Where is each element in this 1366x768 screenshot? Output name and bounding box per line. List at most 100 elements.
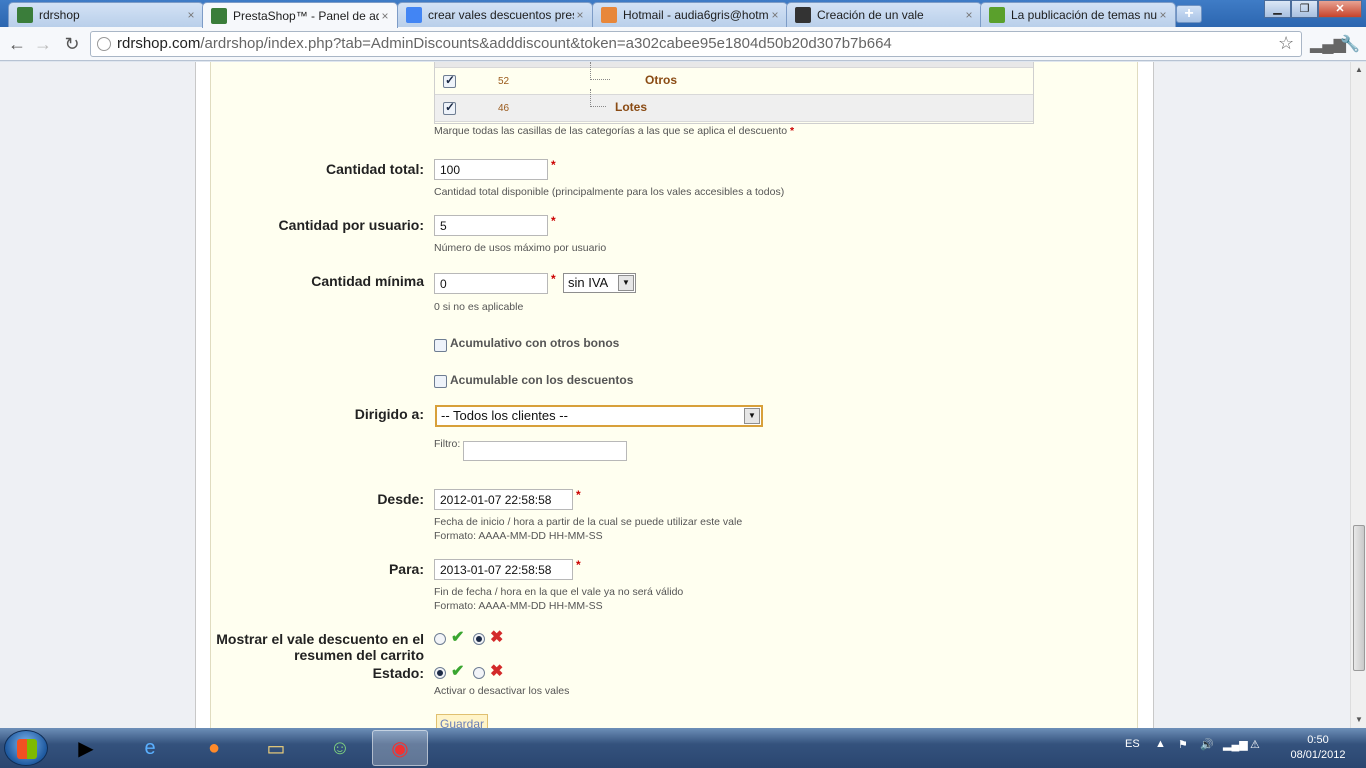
category-id: 46 xyxy=(498,103,510,114)
minimize-button[interactable]: ▁ xyxy=(1264,0,1291,18)
network-icon[interactable]: ▂▄▆ xyxy=(1223,738,1248,751)
windows-logo-icon xyxy=(17,739,37,759)
status-yes-radio[interactable] xyxy=(434,667,446,679)
new-tab-button[interactable]: + xyxy=(1176,5,1202,23)
volume-icon[interactable]: 🔊 xyxy=(1200,738,1214,751)
back-icon[interactable]: ← xyxy=(6,33,28,55)
start-button[interactable] xyxy=(4,730,48,766)
min-quantity-input[interactable] xyxy=(434,273,548,294)
tree-line xyxy=(590,89,606,107)
bookmark-star-icon[interactable]: ☆ xyxy=(1278,33,1294,54)
required-mark: * xyxy=(551,214,556,228)
per-user-input[interactable] xyxy=(434,215,548,236)
target-label: Dirigido a: xyxy=(354,406,424,422)
to-date-input[interactable] xyxy=(434,559,573,580)
clock[interactable]: 0:50 08/01/2012 xyxy=(1290,733,1346,763)
cumulative-vouchers-label: Acumulativo con otros bonos xyxy=(450,336,620,350)
from-hint: Fecha de inicio / hora a partir de la cu… xyxy=(434,516,743,528)
cumulative-discounts-label: Acumulable con los descuentos xyxy=(450,373,634,387)
forum-icon xyxy=(989,7,1005,23)
save-button[interactable]: Guardar xyxy=(436,714,488,728)
status-hint: Activar o desactivar los vales xyxy=(434,685,570,697)
clock-time: 0:50 xyxy=(1307,734,1329,746)
show-hidden-icons-icon[interactable]: ▲ xyxy=(1155,738,1166,750)
slideshare-icon xyxy=(795,7,811,23)
total-quantity-input[interactable] xyxy=(434,159,548,180)
flag-icon[interactable]: ⚑ xyxy=(1178,738,1188,751)
to-hint: Fin de fecha / hora en la que el vale ya… xyxy=(434,586,684,598)
target-customer-select[interactable]: -- Todos los clientes -- ▼ xyxy=(435,405,763,427)
category-id: 52 xyxy=(498,76,510,87)
truck-icon xyxy=(17,7,33,23)
explorer-icon[interactable]: ▭ xyxy=(248,730,304,766)
chevron-down-icon: ▼ xyxy=(744,408,760,424)
customer-filter-input[interactable] xyxy=(463,441,627,461)
from-date-input[interactable] xyxy=(434,489,573,510)
tab-title: crear vales descuentos prest xyxy=(428,8,574,22)
scroll-thumb[interactable] xyxy=(1353,525,1365,671)
taskbar: ▶ e ● ▭ ☺ ◉ ES ▲ ⚑ 🔊 ▂▄▆ ⚠ 0:50 08/01/20… xyxy=(0,728,1366,768)
internet-explorer-icon[interactable]: e xyxy=(122,730,178,766)
media-player-icon[interactable]: ▶ xyxy=(58,730,114,766)
category-name: Otros xyxy=(645,73,678,87)
min-quantity-label: Cantidad mínima xyxy=(311,273,424,289)
scrollbar[interactable]: ▲ ▼ xyxy=(1350,62,1366,728)
browser-tab[interactable]: Creación de un vale × xyxy=(786,2,982,27)
close-tab-icon[interactable]: × xyxy=(185,8,197,22)
tax-select[interactable]: sin IVA ▼ xyxy=(563,273,636,293)
close-tab-icon[interactable]: × xyxy=(574,8,586,22)
show-in-cart-label: Mostrar el vale descuento en el resumen … xyxy=(216,631,424,663)
window-controls: ▁ ❐ ✕ xyxy=(1264,0,1362,18)
target-select-value: -- Todos los clientes -- xyxy=(441,408,568,423)
per-user-hint: Número de usos máximo por usuario xyxy=(434,242,607,254)
show-cart-no-radio[interactable] xyxy=(473,633,485,645)
status-no-radio[interactable] xyxy=(473,667,485,679)
browser-tab[interactable]: Hotmail - audia6gris@hotm × xyxy=(592,2,788,27)
tab-title: rdrshop xyxy=(39,8,80,22)
browser-tab[interactable]: PrestaShop™ - Panel de adr × xyxy=(202,2,398,28)
close-tab-icon[interactable]: × xyxy=(963,8,975,22)
close-tab-icon[interactable]: × xyxy=(1157,8,1169,22)
cumulative-discounts-checkbox[interactable] xyxy=(434,375,447,388)
tab-title: Creación de un vale xyxy=(817,8,924,22)
scroll-up-icon[interactable]: ▲ xyxy=(1351,62,1366,78)
category-hint: Marque todas las casillas de las categor… xyxy=(434,125,795,137)
category-checkbox[interactable] xyxy=(443,73,456,88)
browser-tab[interactable]: rdrshop × xyxy=(8,2,204,27)
table-row: 46 Lotes xyxy=(435,89,1033,122)
browser-tab[interactable]: crear vales descuentos prest × xyxy=(397,2,593,27)
per-user-label: Cantidad por usuario: xyxy=(278,217,424,233)
check-icon: ✔ xyxy=(451,629,465,646)
power-icon[interactable]: ⚠ xyxy=(1250,738,1260,751)
chevron-down-icon: ▼ xyxy=(618,275,634,291)
close-window-button[interactable]: ✕ xyxy=(1318,0,1362,18)
browser-toolbar: ← → ↻ rdrshop.com/ardrshop/index.php?tab… xyxy=(0,27,1366,61)
wrench-icon[interactable]: 🔧 xyxy=(1340,34,1360,54)
close-tab-icon[interactable]: × xyxy=(379,9,391,23)
forward-icon[interactable]: → xyxy=(32,33,54,55)
required-mark: * xyxy=(551,272,556,286)
tab-title: PrestaShop™ - Panel de adr xyxy=(233,8,379,23)
show-cart-yes-radio[interactable] xyxy=(434,633,446,645)
browser-tab[interactable]: La publicación de temas nu × xyxy=(980,2,1176,27)
category-checkbox[interactable] xyxy=(443,100,456,115)
maximize-button[interactable]: ❐ xyxy=(1291,0,1318,18)
scroll-down-icon[interactable]: ▼ xyxy=(1351,712,1366,728)
cumulative-vouchers-checkbox[interactable] xyxy=(434,339,447,352)
required-mark: * xyxy=(576,488,581,502)
status-label: Estado: xyxy=(372,665,424,681)
firefox-icon[interactable]: ● xyxy=(186,730,242,766)
table-row: 52 Otros xyxy=(435,62,1033,95)
category-table: 52 Otros 46 Lotes xyxy=(434,62,1034,124)
close-tab-icon[interactable]: × xyxy=(769,8,781,22)
required-mark: * xyxy=(576,558,581,572)
chrome-icon[interactable]: ◉ xyxy=(372,730,428,766)
messenger-icon[interactable]: ☺ xyxy=(312,730,368,766)
clock-date: 08/01/2012 xyxy=(1290,749,1346,761)
tab-strip: rdrshop × PrestaShop™ - Panel de adr × crear… xyxy=(0,0,1366,28)
required-mark: * xyxy=(551,158,556,172)
reload-icon[interactable]: ↻ xyxy=(61,33,83,55)
language-indicator[interactable]: ES xyxy=(1125,738,1140,750)
address-bar[interactable]: rdrshop.com/ardrshop/index.php?tab=Admin… xyxy=(90,31,1302,57)
page-viewport: 52 Otros 46 Lotes Marque todas las casil… xyxy=(0,62,1350,728)
